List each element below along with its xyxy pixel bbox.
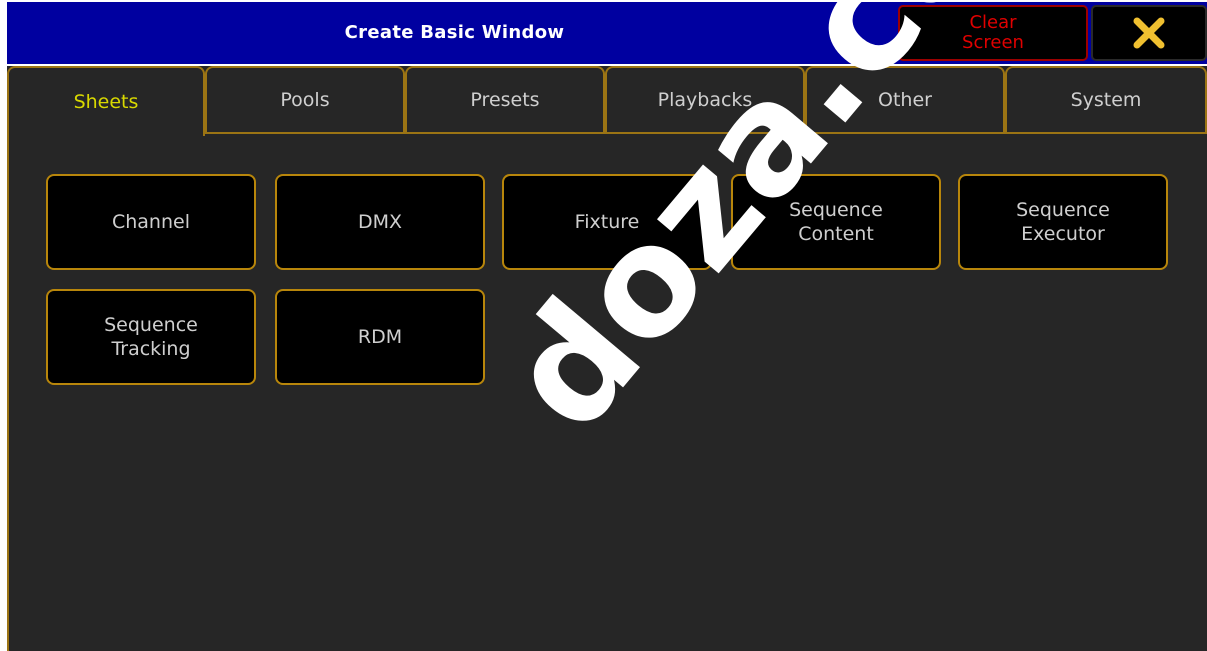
rdm-sheet-button[interactable]: RDM — [275, 289, 485, 385]
button-label-line2: Content — [798, 223, 874, 245]
button-label: Channel — [111, 211, 190, 233]
button-label-line1: Sequence — [104, 314, 198, 336]
tab-label: Pools — [280, 89, 330, 111]
tab-sheets[interactable]: Sheets — [7, 66, 205, 136]
tab-playbacks[interactable]: Playbacks — [605, 66, 805, 134]
close-button[interactable] — [1091, 5, 1207, 61]
sequence-tracking-sheet-button[interactable]: Sequence Tracking — [46, 289, 256, 385]
tab-presets[interactable]: Presets — [405, 66, 605, 134]
tab-pools[interactable]: Pools — [205, 66, 405, 134]
tab-label: Sheets — [73, 91, 139, 113]
button-label: DMX — [357, 211, 403, 233]
tab-label: Presets — [470, 89, 540, 111]
channel-sheet-button[interactable]: Channel — [46, 174, 256, 270]
tab-label: System — [1070, 89, 1142, 111]
main-panel: Sheets Pools Presets Playbacks Other Sys… — [7, 66, 1207, 651]
button-label: RDM — [357, 326, 403, 348]
button-label-line2: Executor — [1021, 223, 1105, 245]
create-basic-window: Create Basic Window Clear Screen Sheets … — [0, 0, 1207, 651]
close-icon — [1133, 17, 1165, 49]
panel-border — [7, 134, 9, 651]
clear-screen-label-line2: Screen — [962, 32, 1024, 53]
sequence-content-sheet-button[interactable]: Sequence Content — [731, 174, 941, 270]
tab-label: Other — [878, 89, 932, 111]
button-label-line1: Sequence — [1016, 199, 1110, 221]
tab-strip-divider — [203, 132, 1207, 134]
clear-screen-button[interactable]: Clear Screen — [898, 5, 1088, 61]
button-label-line2: Tracking — [111, 338, 191, 360]
button-label-line1: Sequence — [789, 199, 883, 221]
tab-system[interactable]: System — [1005, 66, 1207, 134]
dmx-sheet-button[interactable]: DMX — [275, 174, 485, 270]
tab-other[interactable]: Other — [805, 66, 1005, 134]
button-label: Fixture — [574, 211, 640, 233]
fixture-sheet-button[interactable]: Fixture — [502, 174, 712, 270]
sequence-executor-sheet-button[interactable]: Sequence Executor — [958, 174, 1168, 270]
title-bar: Create Basic Window Clear Screen — [7, 2, 1207, 64]
tab-label: Playbacks — [657, 89, 753, 111]
window-title: Create Basic Window — [344, 22, 565, 43]
clear-screen-label-line1: Clear — [969, 12, 1017, 33]
